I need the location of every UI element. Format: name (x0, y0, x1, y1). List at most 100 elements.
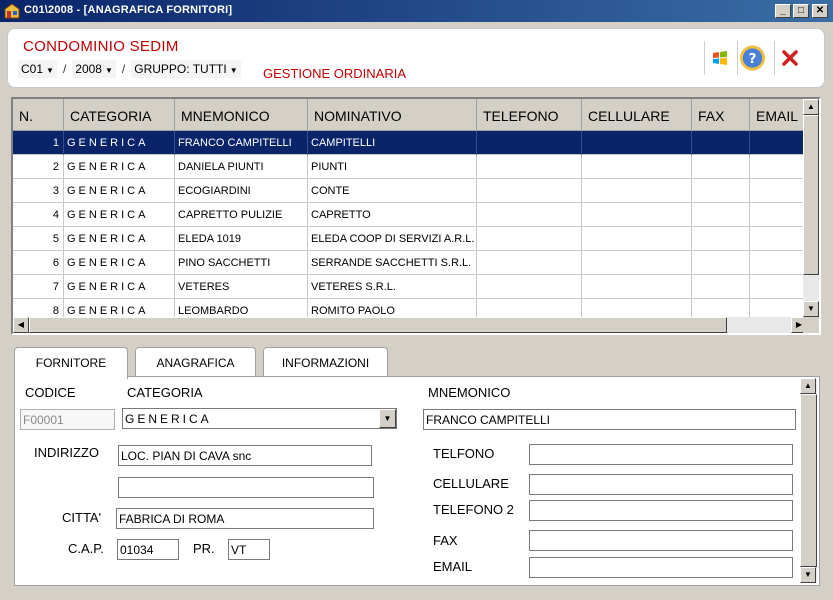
cell-telefono (477, 227, 582, 251)
group-selector[interactable]: GRUPPO: TUTTI ▼ (131, 60, 241, 78)
grid-horizontal-scrollbar[interactable]: ◀ ▶ (13, 317, 807, 333)
svg-text:?: ? (749, 51, 757, 67)
cell-cellulare (582, 203, 692, 227)
windows-button[interactable] (704, 41, 734, 75)
grid-body: 1 GENERICA FRANCO CAMPITELLI CAMPITELLI 2 GEN… (13, 131, 807, 323)
cell-categoria: GENERICA (64, 131, 175, 155)
cell-telefono (477, 275, 582, 299)
cell-n: 2 (13, 155, 64, 179)
cell-categoria: GENERICA (64, 275, 175, 299)
close-icon (781, 50, 798, 66)
scroll-thumb[interactable] (29, 317, 727, 333)
cell-nominativo: VETERES S.R.L. (308, 275, 477, 299)
indirizzo-label: INDIRIZZO (34, 445, 99, 460)
company-name: CONDOMINIO SEDIM (23, 38, 179, 55)
code-selector[interactable]: C01 ▼ (18, 60, 57, 78)
separator: / (121, 62, 126, 76)
cell-mnemonico: VETERES (175, 275, 308, 299)
form-vertical-scrollbar[interactable]: ▲ ▼ (800, 378, 817, 583)
cap-field[interactable]: 01034 (117, 539, 179, 560)
table-row[interactable]: 1 GENERICA FRANCO CAMPITELLI CAMPITELLI (13, 131, 807, 155)
year-selector[interactable]: 2008 ▼ (72, 60, 116, 78)
scroll-down-button[interactable]: ▼ (800, 567, 816, 583)
indirizzo-field[interactable]: LOC. PIAN DI CAVA snc (118, 445, 372, 466)
tab-fornitore[interactable]: FORNITORE (14, 347, 128, 379)
chevron-down-icon[interactable]: ▼ (379, 409, 396, 428)
table-row[interactable]: 7 GENERICA VETERES VETERES S.R.L. (13, 275, 807, 299)
codice-field[interactable]: F00001 (20, 409, 115, 430)
cell-cellulare (582, 179, 692, 203)
categoria-value: GENERICA (125, 412, 212, 426)
help-button[interactable]: ? (737, 41, 767, 75)
column-header-categoria[interactable]: CATEGORIA (64, 99, 175, 131)
suppliers-grid[interactable]: N. CATEGORIA MNEMONICO NOMINATIVO TELEFONO CE… (11, 97, 821, 335)
cell-telefono (477, 251, 582, 275)
table-row[interactable]: 4 GENERICA CAPRETTO PULIZIE CAPRETTO (13, 203, 807, 227)
column-header-n[interactable]: N. (13, 99, 64, 131)
fax-field[interactable] (529, 530, 793, 551)
scroll-down-button[interactable]: ▼ (803, 301, 819, 317)
table-row[interactable]: 6 GENERICA PINO SACCHETTI SERRANDE SACCHETT… (13, 251, 807, 275)
table-row[interactable]: 5 GENERICA ELEDA 1019 ELEDA COOP DI SERVIZI… (13, 227, 807, 251)
telefono-field[interactable] (529, 444, 793, 465)
cellulare-field[interactable] (529, 474, 793, 495)
cell-mnemonico: CAPRETTO PULIZIE (175, 203, 308, 227)
cell-fax (692, 227, 750, 251)
citta-field[interactable]: FABRICA DI ROMA (116, 508, 374, 529)
title-bar[interactable]: C01\2008 - [ANAGRAFICA FORNITORI] _ □ ✕ (0, 0, 833, 22)
cell-cellulare (582, 275, 692, 299)
column-header-nominativo[interactable]: NOMINATIVO (308, 99, 477, 131)
column-header-email[interactable]: EMAIL (750, 99, 807, 131)
grid-vertical-scrollbar[interactable]: ▲ ▼ (803, 99, 819, 317)
cell-mnemonico: PINO SACCHETTI (175, 251, 308, 275)
categoria-select[interactable]: GENERICA ▼ (122, 408, 397, 429)
scroll-left-button[interactable]: ◀ (13, 317, 29, 333)
windows-logo-icon (712, 51, 727, 65)
column-header-telefono[interactable]: TELEFONO (477, 99, 582, 131)
cell-nominativo: SERRANDE SACCHETTI S.R.L. (308, 251, 477, 275)
cell-n: 3 (13, 179, 64, 203)
cell-categoria: GENERICA (64, 251, 175, 275)
scroll-thumb[interactable] (800, 394, 817, 567)
close-form-button[interactable] (774, 41, 804, 75)
pr-field[interactable]: VT (228, 539, 270, 560)
cell-email (750, 227, 807, 251)
table-row[interactable]: 2 GENERICA DANIELA PIUNTI PIUNTI (13, 155, 807, 179)
cell-fax (692, 251, 750, 275)
cell-n: 4 (13, 203, 64, 227)
column-header-fax[interactable]: FAX (692, 99, 750, 131)
cell-mnemonico: FRANCO CAMPITELLI (175, 131, 308, 155)
cell-email (750, 251, 807, 275)
email-field[interactable] (529, 557, 793, 578)
fax-label: FAX (433, 533, 458, 548)
table-row[interactable]: 3 GENERICA ECOGIARDINI CONTE (13, 179, 807, 203)
cell-telefono (477, 203, 582, 227)
scroll-up-button[interactable]: ▲ (800, 378, 816, 394)
scroll-thumb[interactable] (803, 115, 819, 275)
chevron-down-icon: ▼ (104, 66, 113, 75)
mnemonico-field[interactable]: FRANCO CAMPITELLI (423, 409, 796, 430)
tab-informazioni[interactable]: INFORMAZIONI (263, 347, 388, 377)
indirizzo-line2-field[interactable] (118, 477, 374, 498)
cell-nominativo: CAMPITELLI (308, 131, 477, 155)
column-header-cellulare[interactable]: CELLULARE (582, 99, 692, 131)
column-header-mnemonico[interactable]: MNEMONICO (175, 99, 308, 131)
minimize-button[interactable]: _ (775, 4, 791, 18)
categoria-label: CATEGORIA (127, 385, 203, 400)
cell-categoria: GENERICA (64, 155, 175, 179)
scroll-up-button[interactable]: ▲ (803, 99, 819, 115)
management-label: GESTIONE ORDINARIA (263, 66, 407, 81)
cell-fax (692, 203, 750, 227)
help-icon: ? (739, 45, 766, 71)
cell-fax (692, 155, 750, 179)
maximize-button[interactable]: □ (793, 4, 809, 18)
close-window-button[interactable]: ✕ (812, 4, 828, 18)
cell-mnemonico: ECOGIARDINI (175, 179, 308, 203)
scrollbar-corner (803, 317, 819, 333)
telefono2-field[interactable] (529, 500, 793, 521)
cell-fax (692, 131, 750, 155)
cell-cellulare (582, 227, 692, 251)
tab-anagrafica[interactable]: ANAGRAFICA (135, 347, 256, 377)
cell-n: 5 (13, 227, 64, 251)
citta-label: CITTA' (62, 510, 102, 525)
